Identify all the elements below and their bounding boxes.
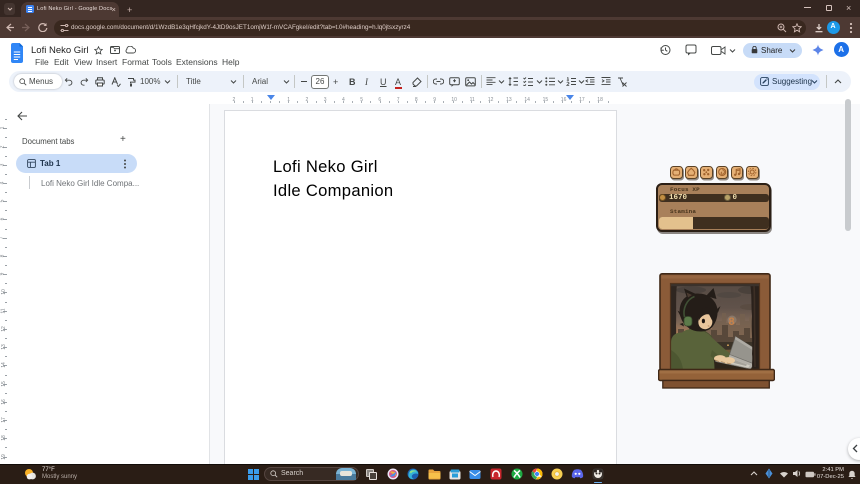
svg-text:8: 8 [728, 317, 735, 329]
